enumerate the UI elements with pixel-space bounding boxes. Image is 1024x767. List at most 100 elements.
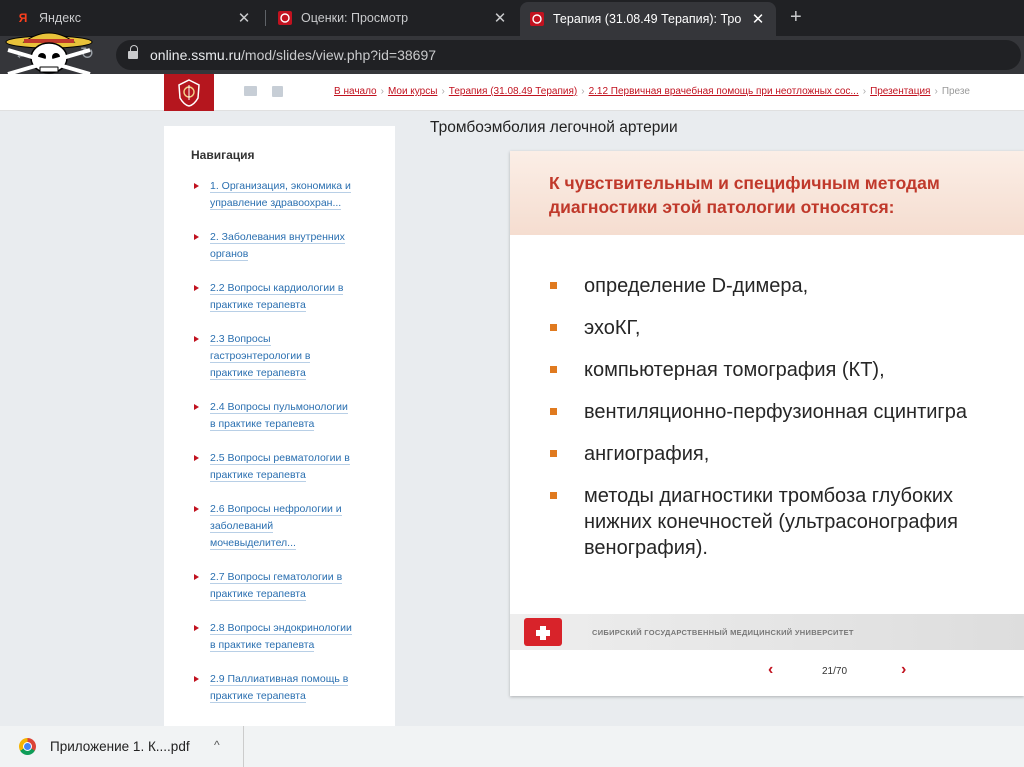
breadcrumb-current: Презе <box>941 86 970 97</box>
chrome-icon <box>19 738 36 755</box>
breadcrumb-my-courses[interactable]: Мои курсы <box>388 86 438 97</box>
sidebar-nav-link-line[interactable]: 2. Заболевания внутренних <box>210 231 345 244</box>
tab-title: Яндекс <box>39 11 82 25</box>
mail-icon[interactable] <box>244 86 257 96</box>
yandex-icon: Я <box>18 11 28 25</box>
slide-footer-text: СИБИРСКИЙ ГОСУДАРСТВЕННЫЙ МЕДИЦИНСКИЙ УН… <box>592 628 854 637</box>
breadcrumb-section[interactable]: 2.12 Первичная врачебная помощь при неот… <box>589 86 859 97</box>
sidebar-nav-link-line[interactable]: 2.4 Вопросы пульмонологии <box>210 401 348 414</box>
sidebar-nav-item[interactable]: 2.7 Вопросы гематологии в практике терапе… <box>192 569 377 603</box>
slide-bullet: вентиляционно-перфузионная сцинтигра <box>550 399 1024 425</box>
sidebar-nav-link-line[interactable]: 2.9 Паллиативная помощь в <box>210 673 349 686</box>
sidebar-nav-link-line[interactable]: органов <box>210 248 249 261</box>
sidebar-nav-link-line[interactable]: 2.7 Вопросы гематологии в <box>210 571 343 584</box>
url-path: /mod/slides/view.php?id=38697 <box>241 47 437 63</box>
sidebar-nav-link-line[interactable]: 2.8 Вопросы эндокринологии <box>210 622 352 635</box>
slide-bullet-line: методы диагностики тромбоза глубоких <box>584 485 954 507</box>
slide-counter: 21/70 <box>822 666 848 677</box>
breadcrumb-presentation[interactable]: Презентация <box>870 86 930 97</box>
sidebar-nav-item[interactable]: 2.2 Вопросы кардиологии в практике терапе… <box>192 280 377 314</box>
slide-heading-line: диагностики этой патологии относятся: <box>549 197 895 217</box>
page-title: Тромбоэмболия легочной артерии <box>430 119 678 136</box>
slide-heading-text: К чувствительным и специфичным методам д… <box>549 171 940 219</box>
first-aid-kit-icon <box>524 618 562 646</box>
slide-bullet-list: определение D-димера, эхоКГ, компьютерная … <box>550 273 1024 577</box>
sidebar-nav-link-line[interactable]: практике терапевта <box>210 299 306 312</box>
close-icon[interactable]: ✕ <box>492 9 508 27</box>
sidebar-nav-item[interactable]: 2.8 Вопросы эндокринологии в практике тер… <box>192 620 377 654</box>
slide-bullet-line: определение D-димера, <box>584 275 809 297</box>
sidebar-nav-item[interactable]: 2.3 Вопросы гастроэнтерологии в практике т… <box>192 331 377 382</box>
lock-icon <box>128 45 138 60</box>
slide-bullet-line: вентиляционно-перфузионная сцинтигра <box>584 401 967 423</box>
close-icon[interactable]: ✕ <box>750 10 766 28</box>
breadcrumb-separator: › <box>862 86 867 97</box>
breadcrumb-separator: › <box>934 86 938 97</box>
sidebar-nav-link-line[interactable]: 2.2 Вопросы кардиологии в <box>210 282 344 295</box>
download-item[interactable]: Приложение 1. К....pdf ^ <box>0 726 244 767</box>
ssmu-crest-icon <box>278 11 292 25</box>
sidebar-nav-link-line[interactable]: в практике терапевта <box>210 418 315 431</box>
breadcrumb-separator: › <box>581 86 585 97</box>
slide-bullet-line: эхоКГ, <box>584 317 641 339</box>
sidebar-nav-item[interactable]: 2.5 Вопросы ревматологии в практике терап… <box>192 450 377 484</box>
url-host: online.ssmu.ru <box>150 47 242 63</box>
browser-toolbar: online.ssmu.ru/mod/slides/view.php?id=38… <box>0 36 1024 74</box>
previous-slide-button[interactable]: ‹ <box>768 661 773 679</box>
breadcrumb-separator: › <box>380 86 384 97</box>
calendar-icon[interactable] <box>272 86 283 97</box>
sidebar-nav-link-line[interactable]: заболеваний <box>210 520 274 533</box>
site-header: В начало › Мои курсы › Терапия (31.08.49 Тер… <box>0 74 1024 111</box>
sidebar-nav-link-line[interactable]: в практике терапевта <box>210 639 315 652</box>
tab-title: Оценки: Просмотр <box>301 11 409 25</box>
tab-strip: Я Яндекс ✕ Оценки: Просмотр ✕ Терапия (3… <box>0 0 1024 36</box>
ssmu-crest-icon <box>178 78 200 107</box>
slide-bullet-line: венография). <box>584 537 708 559</box>
slide-bullet-line: нижних конечностей (ультрасонография <box>584 511 959 533</box>
sidebar-nav-link-line[interactable]: мочевыделител... <box>210 537 296 550</box>
sidebar-nav-item[interactable]: 1. Организация, экономика и управление зд… <box>192 178 377 212</box>
chevron-up-icon[interactable]: ^ <box>214 738 220 752</box>
slide-heading-line: К чувствительным и специфичным методам <box>549 173 940 193</box>
slide-footer: СИБИРСКИЙ ГОСУДАРСТВЕННЫЙ МЕДИЦИНСКИЙ УН… <box>510 614 1024 650</box>
slide-viewer: К чувствительным и специфичным методам д… <box>510 151 1024 696</box>
sidebar-nav-link-line[interactable]: 2.5 Вопросы ревматологии в <box>210 452 350 465</box>
sidebar-nav-link-line[interactable]: практике терапевта <box>210 588 306 601</box>
new-tab-button[interactable]: + <box>790 6 802 29</box>
tab-yandex[interactable]: Я Яндекс ✕ <box>6 4 262 32</box>
sidebar-nav-link-line[interactable]: 2.6 Вопросы нефрологии и <box>210 503 342 516</box>
sidebar-nav-link-line[interactable]: управление здравоохран... <box>210 197 342 210</box>
tab-divider <box>265 10 266 26</box>
ssmu-crest-icon <box>530 12 544 26</box>
university-logo[interactable] <box>164 74 214 111</box>
tab-grades[interactable]: Оценки: Просмотр ✕ <box>268 4 518 32</box>
slide-pager: ‹ 21/70 › <box>510 651 1024 696</box>
sidebar-nav-link-line[interactable]: гастроэнтерологии в <box>210 350 311 363</box>
tab-therapy-active[interactable]: Терапия (31.08.49 Терапия): Тро ✕ <box>520 2 776 36</box>
breadcrumb-course[interactable]: Терапия (31.08.49 Терапия) <box>449 86 577 97</box>
sidebar-nav-link-line[interactable]: 1. Организация, экономика и <box>210 180 351 193</box>
next-slide-button[interactable]: › <box>901 661 906 679</box>
tab-title: Терапия (31.08.49 Терапия): Тро <box>553 12 742 26</box>
close-icon[interactable]: ✕ <box>236 9 252 27</box>
breadcrumb-home[interactable]: В начало <box>334 86 377 97</box>
sidebar-nav-item[interactable]: 2. Заболевания внутренних органов <box>192 229 377 263</box>
sidebar-nav-link-line[interactable]: 2.3 Вопросы <box>210 333 271 346</box>
sidebar-nav-link-line[interactable]: практике терапевта <box>210 469 306 482</box>
sidebar-nav-item[interactable]: 2.9 Паллиативная помощь в практике терапе… <box>192 671 377 705</box>
download-file-name[interactable]: Приложение 1. К....pdf <box>50 739 190 754</box>
sidebar-nav-link-line[interactable]: практике терапевта <box>210 367 306 380</box>
slide-bullet: определение D-димера, <box>550 273 1024 299</box>
sidebar-nav-item[interactable]: 2.6 Вопросы нефрологии и заболеваний мочев… <box>192 501 377 552</box>
sidebar-nav-link-line[interactable]: практике терапевта <box>210 690 306 703</box>
slide-bullet: эхоКГ, <box>550 315 1024 341</box>
address-bar[interactable]: online.ssmu.ru/mod/slides/view.php?id=38… <box>116 40 1021 70</box>
sidebar-nav-item[interactable]: 2.4 Вопросы пульмонологии в практике тера… <box>192 399 377 433</box>
slide-bullet: методы диагностики тромбоза глубоких нижн… <box>550 483 1024 561</box>
slide-bullet-line: компьютерная томография (КТ), <box>584 359 885 381</box>
page-viewport: В начало › Мои курсы › Терапия (31.08.49 Тер… <box>0 74 1024 726</box>
breadcrumb-separator: › <box>441 86 445 97</box>
slide-bullet-line: ангиография, <box>584 443 710 465</box>
navigation-block: Навигация 1. Организация, экономика и упр… <box>164 126 395 726</box>
breadcrumb: В начало › Мои курсы › Терапия (31.08.49 Тер… <box>334 86 1024 97</box>
